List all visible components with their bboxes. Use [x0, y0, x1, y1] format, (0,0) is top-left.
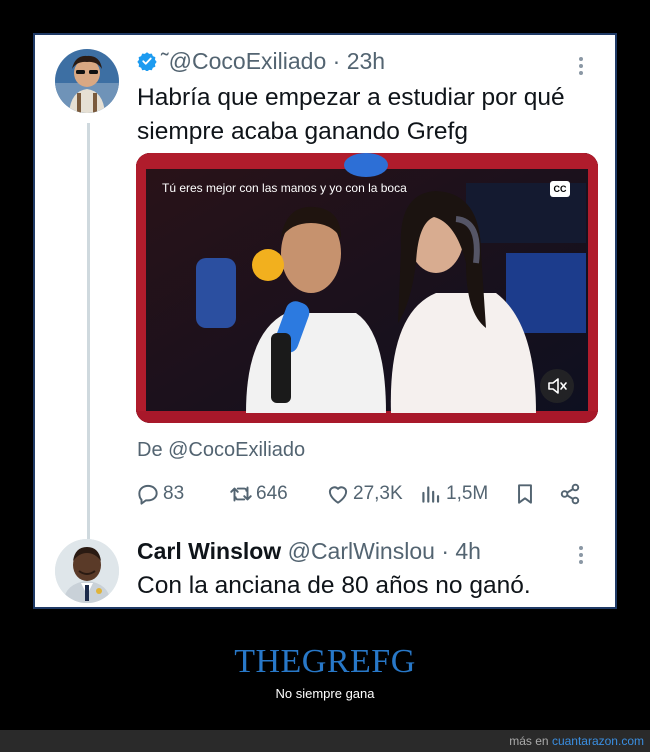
more-options-button[interactable] [569, 543, 593, 567]
avatar[interactable] [55, 539, 119, 603]
reply-time[interactable]: · 4h [441, 538, 481, 564]
post-subtitle: No siempre gana [275, 686, 375, 701]
handle-prefix: ˜ [161, 48, 169, 74]
reply-header: Carl Winslow @CarlWinslou · 4h [137, 538, 481, 565]
bookmark-icon [518, 484, 532, 504]
tweet-text-line: siempre acaba ganando Grefg [137, 118, 468, 145]
retweet-button[interactable]: 646 [228, 481, 288, 507]
tweet-text: Habría que empezar a estudiar por qué si… [137, 81, 565, 149]
site-link[interactable]: cuantarazon.com [552, 734, 644, 748]
like-count: 27,3K [353, 483, 403, 504]
retweet-count: 646 [256, 483, 288, 504]
main-tweet[interactable]: ˜@CocoExiliado · 23h Habría que empezar … [35, 35, 615, 565]
video-player[interactable]: Tú eres mejor con las manos y yo con la … [136, 153, 598, 423]
post-title: THEGREFG [234, 643, 416, 680]
retweet-icon [230, 486, 252, 502]
reply-handle[interactable]: @CarlWinslou [288, 538, 435, 564]
credit-bar: más en cuantarazon.com [0, 730, 650, 752]
thread-line [87, 123, 90, 565]
reply-tweet[interactable]: Carl Winslow @CarlWinslou · 4h Con la an… [35, 531, 615, 611]
heart-icon [328, 486, 348, 504]
tweet-time[interactable]: · 23h [333, 48, 385, 74]
bookmark-button[interactable] [512, 481, 540, 507]
views-chart-icon [422, 486, 440, 503]
verified-badge-icon [137, 52, 157, 71]
tweet-handle[interactable]: @CocoExiliado [169, 48, 327, 74]
share-icon [560, 483, 580, 505]
like-button[interactable]: 27,3K [325, 481, 403, 507]
views-count: 1,5M [446, 483, 489, 504]
closed-captions-button[interactable]: CC [550, 181, 570, 197]
share-button[interactable] [557, 481, 585, 507]
credit-prefix: más en [509, 734, 549, 748]
reply-author-name[interactable]: Carl Winslow [137, 538, 281, 564]
tweet-header: ˜@CocoExiliado · 23h [137, 48, 385, 75]
from-attribution[interactable]: De @CocoExiliado [137, 439, 305, 462]
reply-text: Con la anciana de 80 años no ganó. [137, 572, 531, 599]
reply-count: 83 [163, 483, 185, 504]
reply-button[interactable]: 83 [135, 481, 184, 507]
mute-button[interactable] [540, 369, 574, 403]
tweet-card: ˜@CocoExiliado · 23h Habría que empezar … [33, 33, 617, 609]
more-options-button[interactable] [569, 54, 593, 78]
site-credit: más en cuantarazon.com [509, 734, 644, 748]
tweet-text-line: Habría que empezar a estudiar por qué [137, 84, 565, 111]
action-bar: 83 646 27,3K 1,5M [135, 481, 590, 511]
speaker-muted-icon [548, 378, 567, 394]
views-button[interactable]: 1,5M [418, 481, 488, 507]
video-caption: Tú eres mejor con las manos y yo con la … [162, 181, 407, 195]
avatar[interactable] [55, 49, 119, 113]
reply-icon [138, 484, 158, 505]
